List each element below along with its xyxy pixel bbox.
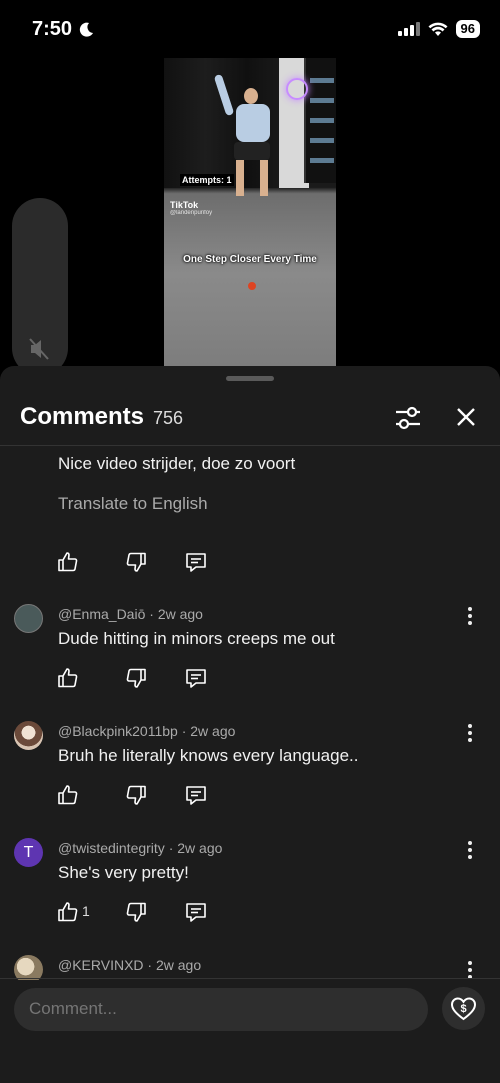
divider [0, 978, 500, 979]
comments-count: 756 [153, 408, 184, 428]
more-options-icon[interactable] [462, 724, 478, 742]
avatar-letter: T [23, 844, 34, 861]
dislike-icon[interactable] [124, 783, 148, 807]
comment-actions [56, 550, 216, 574]
tiktok-watermark: TikTok @landenpurifoy [170, 200, 213, 216]
comment-author[interactable]: @KERVINXD [58, 957, 144, 973]
moon-icon [79, 22, 94, 37]
reply-icon[interactable] [184, 666, 208, 690]
status-time: 7:50 [32, 18, 73, 40]
comments-header: Comments 756 [0, 390, 500, 446]
comment-item: Nice video strijder, doe zo voort Transl… [0, 447, 500, 577]
comments-title: Comments [20, 403, 145, 430]
svg-text:$: $ [460, 1003, 466, 1015]
comment-input[interactable] [29, 999, 409, 1019]
video-player[interactable]: Attempts: 1 TikTok @landenpurifoy One St… [164, 58, 336, 366]
avatar[interactable]: T [14, 838, 43, 867]
wifi-icon [428, 22, 448, 36]
drag-handle[interactable] [226, 376, 274, 381]
more-options-icon[interactable] [462, 961, 478, 979]
heart-dollar-icon: $ [450, 997, 477, 1021]
super-thanks-button[interactable]: $ [442, 987, 485, 1030]
comment-text: Bruh he literally knows every language.. [58, 746, 359, 765]
signal-icon [397, 22, 420, 36]
dislike-icon[interactable] [124, 900, 148, 924]
comment-item: @Enma_Daiō · 2w ago Dude hitting in mino… [0, 602, 500, 719]
like-icon[interactable] [56, 550, 80, 574]
comment-author[interactable]: @Blackpink2011bp [58, 723, 178, 739]
comment-actions: 1 [56, 900, 216, 924]
volume-slider[interactable] [12, 198, 68, 376]
mute-icon[interactable] [28, 338, 52, 360]
comment-text: She's very pretty! [58, 863, 189, 882]
reply-icon[interactable] [184, 900, 208, 924]
battery-indicator: 96 [455, 20, 480, 38]
comment-item: @KERVINXD · 2w ago [0, 953, 500, 980]
close-icon[interactable] [451, 402, 481, 432]
video-caption: One Step Closer Every Time [183, 254, 317, 265]
comment-time: 2w ago [157, 606, 203, 622]
comment-author[interactable]: @Enma_Daiō [58, 606, 145, 622]
comment-actions [56, 783, 216, 807]
comment-item: T @twistedintegrity · 2w ago She's very … [0, 836, 500, 953]
reply-icon[interactable] [184, 783, 208, 807]
like-icon[interactable] [56, 900, 80, 924]
avatar[interactable] [14, 721, 43, 750]
comments-list[interactable]: Nice video strijder, doe zo voort Transl… [0, 447, 500, 980]
comments-sheet: Comments 756 Nice video strijder, doe zo… [0, 366, 500, 1083]
status-bar: 7:50 96 [0, 0, 500, 56]
more-options-icon[interactable] [462, 607, 478, 625]
comment-item: @Blackpink2011bp · 2w ago Bruh he litera… [0, 719, 500, 836]
dislike-icon[interactable] [124, 666, 148, 690]
comment-text: Nice video strijder, doe zo voort [58, 454, 296, 473]
comment-composer[interactable] [14, 988, 428, 1031]
like-icon[interactable] [56, 666, 80, 690]
like-count: 1 [82, 903, 90, 919]
comment-time: 2w ago [155, 957, 202, 973]
dislike-icon[interactable] [124, 550, 148, 574]
translate-link[interactable]: Translate to English [58, 494, 208, 514]
comment-time: 2w ago [190, 723, 236, 739]
more-options-icon[interactable] [462, 841, 478, 859]
avatar[interactable] [14, 604, 43, 633]
video-overlay-attempts: Attempts: 1 [180, 174, 234, 186]
comment-text: Dude hitting in minors creeps me out [58, 629, 335, 648]
comment-time: 2w ago [177, 840, 223, 856]
reply-icon[interactable] [184, 550, 208, 574]
comment-actions [56, 666, 216, 690]
comment-author[interactable]: @twistedintegrity [58, 840, 165, 856]
filter-icon[interactable] [392, 402, 424, 434]
like-icon[interactable] [56, 783, 80, 807]
avatar[interactable] [14, 955, 43, 980]
